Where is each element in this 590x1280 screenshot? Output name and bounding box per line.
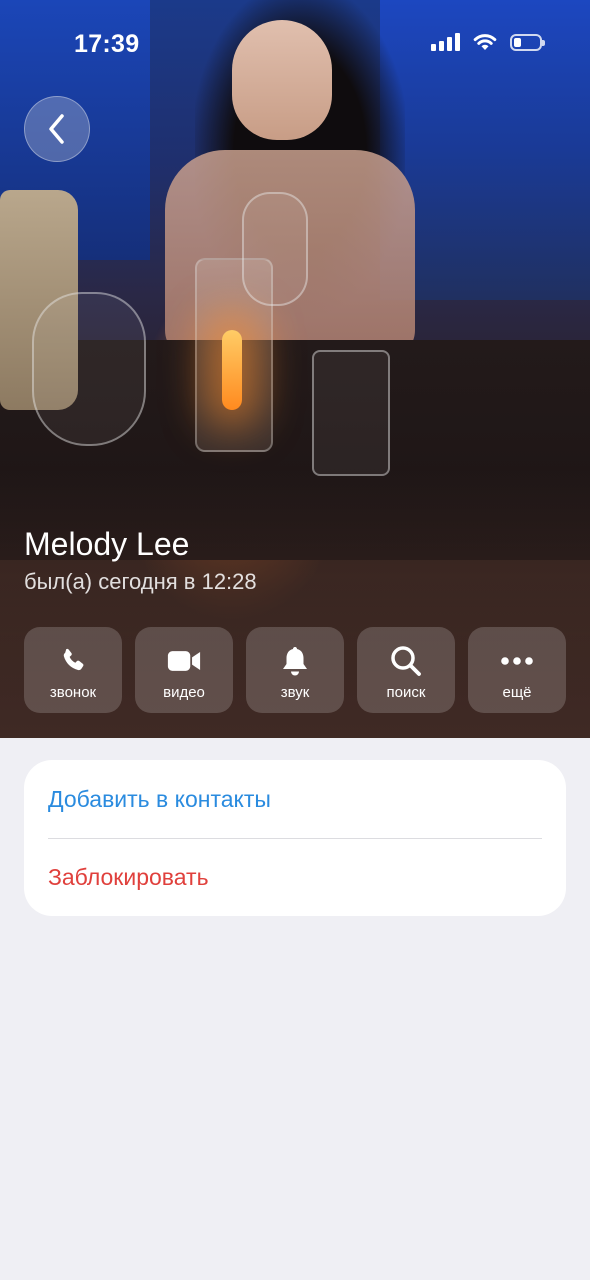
photo-wine-glass-center (242, 192, 308, 306)
back-button[interactable] (24, 96, 90, 162)
action-bar: звонок видео звук поиск ещё (24, 627, 566, 713)
video-label: видео (163, 683, 205, 701)
battery-icon (510, 33, 545, 51)
photo-wine-glass-left (32, 292, 146, 446)
bell-icon (278, 644, 312, 678)
block-button[interactable]: Заблокировать (48, 838, 542, 916)
photo-candle-flame (222, 330, 242, 410)
photo-tumbler-glass (312, 350, 390, 476)
call-label: звонок (49, 683, 97, 701)
phone-icon (56, 644, 90, 678)
more-button[interactable]: ещё (468, 627, 566, 713)
status-icons (431, 32, 545, 52)
video-camera-icon (167, 644, 201, 678)
status-time: 17:39 (74, 30, 140, 58)
search-label: поиск (386, 683, 426, 701)
search-button[interactable]: поиск (357, 627, 455, 713)
last-seen-status: был(а) сегодня в 12:28 (24, 569, 257, 594)
signal-icon (431, 33, 460, 51)
chevron-left-icon (49, 114, 64, 144)
more-label: ещё (502, 683, 532, 701)
more-icon (500, 644, 534, 678)
video-button[interactable]: видео (135, 627, 233, 713)
contact-actions-card: Добавить в контакты Заблокировать (24, 760, 566, 916)
sound-label: звук (280, 683, 310, 701)
profile-name: Melody Lee (24, 526, 190, 562)
status-bar: 17:39 (0, 0, 590, 90)
wifi-icon (473, 34, 497, 50)
add-to-contacts-button[interactable]: Добавить в контакты (48, 760, 542, 838)
call-button[interactable]: звонок (24, 627, 122, 713)
battery-level-fill (514, 37, 521, 47)
search-icon (389, 644, 423, 678)
sound-button[interactable]: звук (246, 627, 344, 713)
